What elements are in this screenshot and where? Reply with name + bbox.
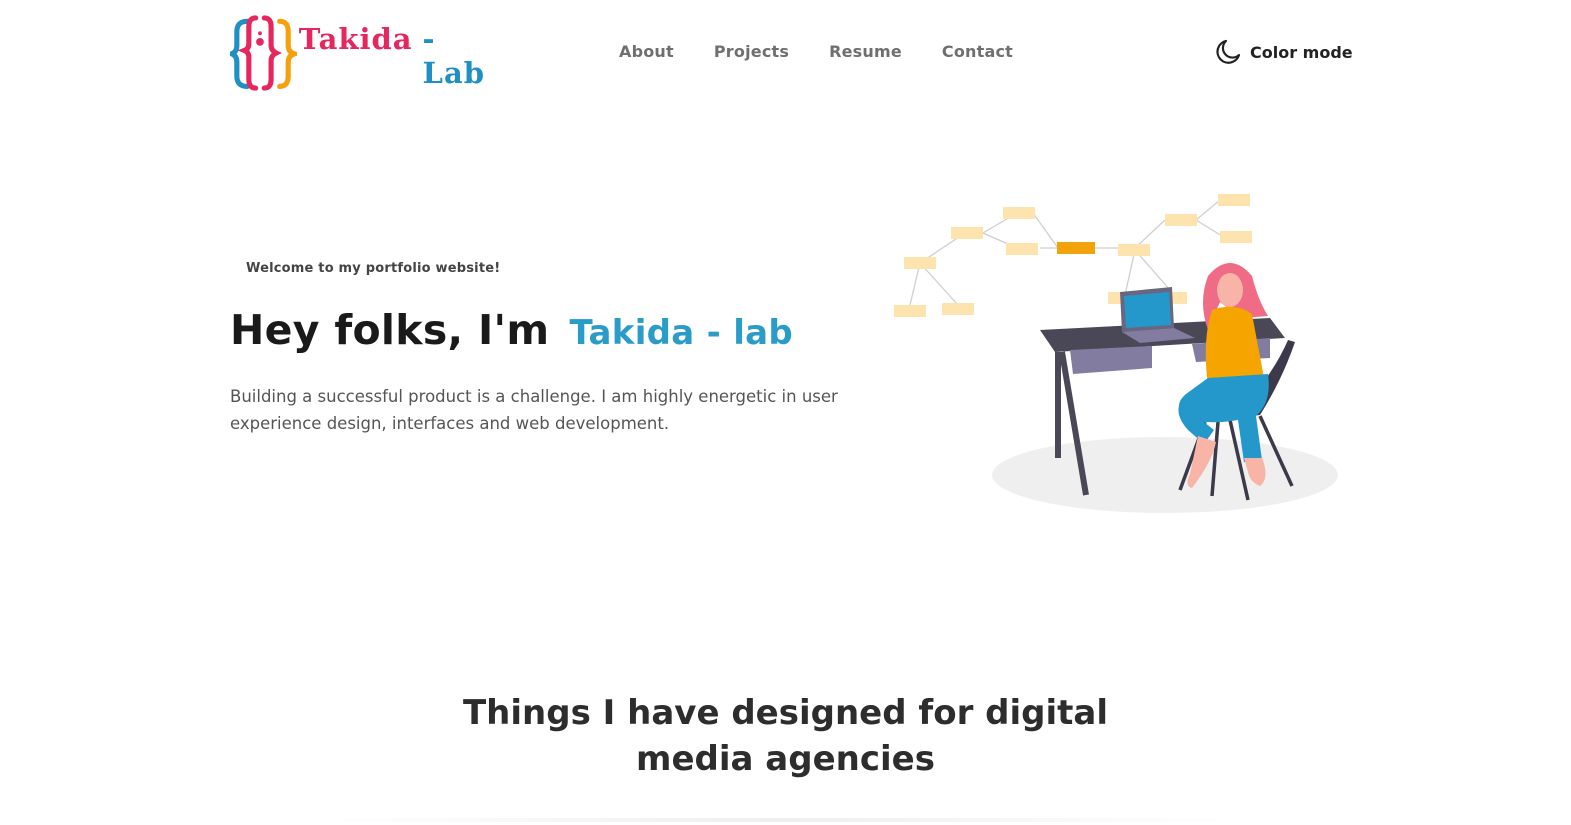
brand-logo[interactable]: Takida -Lab xyxy=(230,8,485,98)
brand-name: Takida -Lab xyxy=(299,22,485,90)
nav-link-projects[interactable]: Projects xyxy=(714,42,789,61)
color-mode-label: Color mode xyxy=(1250,42,1353,62)
brand-word-primary: Takida xyxy=(298,22,413,56)
hero-title-name: Takida - lab xyxy=(569,313,794,353)
section-divider xyxy=(330,818,1230,822)
welcome-text: Welcome to my portfolio website! xyxy=(246,261,501,276)
nav-link-resume[interactable]: Resume xyxy=(829,42,902,61)
hero-title: Hey folks, I'm Takida - lab xyxy=(230,306,793,354)
logo-braces-icon xyxy=(230,15,297,91)
nav-link-contact[interactable]: Contact xyxy=(942,42,1013,61)
section-title: Things I have designed for digital media… xyxy=(462,693,1109,779)
brand-word-secondary: -Lab xyxy=(422,22,486,90)
hero-illustration xyxy=(894,194,1338,513)
site-header: Takida -Lab About Projects Resume Contac… xyxy=(0,0,1571,105)
main-nav: About Projects Resume Contact xyxy=(619,42,1013,61)
color-mode-toggle[interactable]: Color mode xyxy=(1214,38,1353,66)
nav-link-about[interactable]: About xyxy=(619,42,674,61)
hero-title-prefix: Hey folks, I'm xyxy=(230,306,550,354)
hero-description: Building a successful product is a chall… xyxy=(230,387,838,433)
moon-icon xyxy=(1216,39,1241,64)
